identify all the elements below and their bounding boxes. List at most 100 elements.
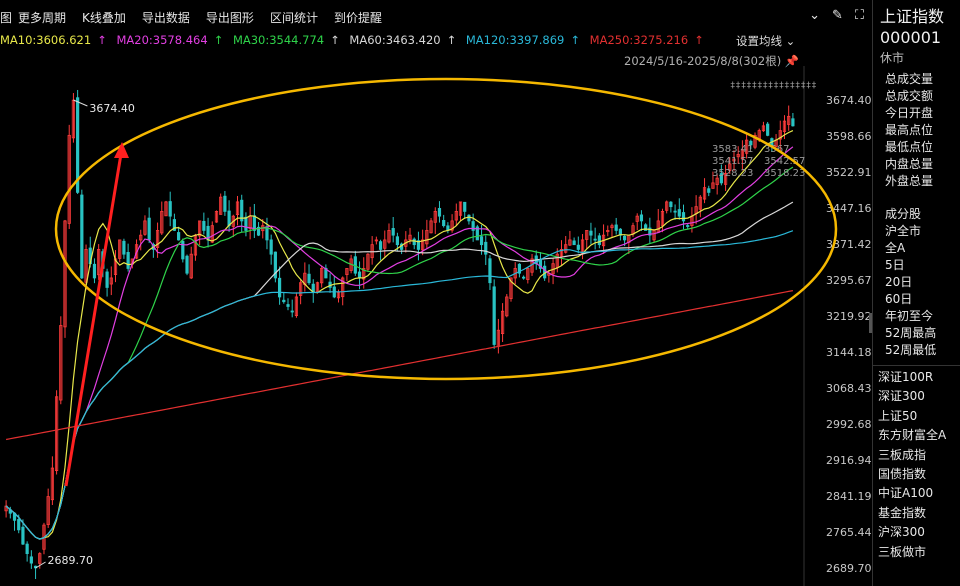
mini-price-label: 3518.23 [764, 168, 805, 179]
index-item-9[interactable]: 三板做市 [873, 543, 960, 562]
y-tick-label: 2689.70 [826, 562, 872, 575]
index-item-7[interactable]: 基金指数 [873, 504, 960, 523]
candle [227, 200, 231, 232]
period-item-8[interactable]: 52周最低 [885, 342, 960, 359]
candle [299, 279, 303, 305]
candle [698, 195, 702, 218]
index-item-4[interactable]: 三板成指 [873, 446, 960, 465]
candle [787, 105, 791, 131]
candle [63, 219, 67, 338]
candle [665, 200, 669, 214]
toolbar-item-export-graph[interactable]: 导出图形 [206, 9, 254, 26]
period-list: 成分股 沪全市 全A 5日 20日 60日 年初至今 52周最高 52周最低 [873, 206, 960, 359]
low-annotation: 2689.70 [48, 554, 93, 567]
candle [437, 201, 442, 223]
fullscreen-icon[interactable]: ⛶ [855, 8, 864, 23]
candle [109, 266, 113, 296]
candle [118, 239, 122, 263]
index-item-3[interactable]: 东方财富全A [873, 426, 960, 445]
candle [160, 201, 164, 235]
candle [277, 266, 282, 305]
stat-item-2[interactable]: 今日开盘 [885, 105, 960, 122]
candle [273, 251, 277, 283]
period-item-2[interactable]: 全A [885, 240, 960, 257]
candle [189, 246, 193, 279]
period-item-5[interactable]: 60日 [885, 291, 960, 308]
y-tick-label: 3219.92 [826, 310, 872, 323]
candle [601, 224, 606, 254]
stat-item-1[interactable]: 总成交额 [885, 88, 960, 105]
index-item-1[interactable]: 深证300 [873, 387, 960, 406]
candle [54, 390, 59, 475]
toolbar-item-more-periods[interactable]: 更多周期 [18, 9, 66, 26]
candle [46, 488, 50, 528]
y-tick-label: 3144.18 [826, 346, 872, 359]
index-item-0[interactable]: 深证100R [873, 368, 960, 387]
toolbar-item-range-stats[interactable]: 区间统计 [270, 9, 318, 26]
candle [320, 265, 324, 288]
candle [500, 303, 505, 343]
candle [702, 178, 707, 204]
toolbar-item-price-alert[interactable]: 到价提醒 [334, 9, 382, 26]
candle [223, 190, 227, 216]
period-item-7[interactable]: 52周最高 [885, 325, 960, 342]
candle [168, 191, 172, 227]
stat-item-6[interactable]: 外盘总量 [885, 173, 960, 190]
candle [526, 267, 530, 284]
y-tick-label: 3522.91 [826, 166, 872, 179]
candle [206, 217, 210, 248]
candle [80, 189, 84, 280]
candle [467, 214, 471, 225]
stat-item-5[interactable]: 内盘总量 [885, 156, 960, 173]
candle [597, 233, 601, 249]
index-item-5[interactable]: 国债指数 [873, 465, 960, 484]
market-status: 休市 [880, 51, 905, 65]
candle [122, 238, 126, 259]
period-item-3[interactable]: 5日 [885, 257, 960, 274]
period-item-0[interactable]: 成分股 [885, 206, 960, 223]
candle [235, 195, 240, 226]
candle [12, 512, 17, 531]
candle [97, 244, 101, 280]
toolbar-item-kline-overlay[interactable]: K线叠加 [82, 9, 126, 26]
brush-icon[interactable]: ✎ [832, 8, 843, 23]
toolbar-item-export-data[interactable]: 导出数据 [142, 9, 190, 26]
ma-settings-button[interactable]: 设置均线 ⌄ [736, 33, 795, 49]
candle [370, 236, 374, 265]
period-item-1[interactable]: 沪全市 [885, 223, 960, 240]
candle [366, 253, 370, 272]
candle [345, 268, 349, 281]
candle [660, 208, 665, 233]
period-item-6[interactable]: 年初至今 [885, 308, 960, 325]
ma250-label: MA250:3275.216 [589, 33, 689, 47]
candle [202, 212, 206, 235]
candle [538, 251, 543, 273]
chevron-down-icon[interactable]: ⌄ [809, 8, 820, 23]
candle [29, 550, 33, 569]
period-item-4[interactable]: 20日 [885, 274, 960, 291]
low-pointer [35, 561, 46, 569]
candle [193, 233, 198, 261]
index-item-2[interactable]: 上证50 [873, 407, 960, 426]
index-item-6[interactable]: 中证A100 [873, 484, 960, 503]
stat-item-4[interactable]: 最低点位 [885, 139, 960, 156]
candle [484, 235, 488, 266]
candle [559, 240, 564, 266]
candle [450, 214, 454, 233]
toolbar-item-chart[interactable]: 图 [0, 9, 12, 26]
y-tick-label: 3295.67 [826, 274, 872, 287]
stat-item-3[interactable]: 最高点位 [885, 122, 960, 139]
index-item-8[interactable]: 沪深300 [873, 523, 960, 542]
candle [639, 210, 644, 231]
y-tick-label: 2992.68 [826, 418, 872, 431]
candle [652, 230, 656, 243]
stat-item-0[interactable]: 总成交量 [885, 71, 960, 88]
candle [294, 292, 299, 318]
candlestick-chart[interactable]: 3674.403598.663522.913447.163371.423295.… [0, 66, 872, 586]
candle [648, 217, 652, 243]
candle [25, 541, 29, 562]
candle [505, 294, 509, 318]
index-code: 000001 [880, 28, 942, 47]
candle [425, 219, 429, 248]
y-tick-label: 2765.44 [826, 526, 872, 539]
